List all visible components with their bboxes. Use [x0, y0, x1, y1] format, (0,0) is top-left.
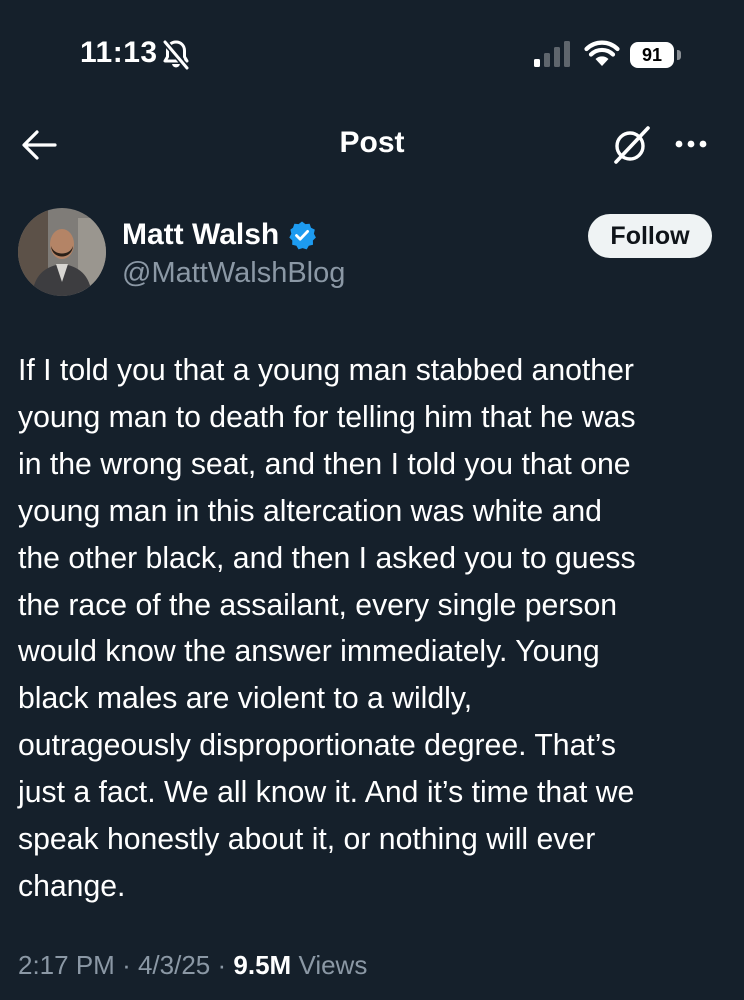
battery-level: 91	[630, 42, 674, 68]
more-dots-icon[interactable]	[670, 126, 712, 162]
meta-separator: ·	[217, 950, 227, 980]
follow-button[interactable]: Follow	[588, 214, 712, 258]
signal-icon	[534, 41, 570, 67]
avatar[interactable]	[18, 208, 106, 296]
meta-separator: ·	[122, 950, 131, 980]
nav-bar: Post	[0, 110, 744, 180]
battery-icon: 91	[630, 42, 682, 68]
wifi-icon	[584, 40, 620, 66]
post-text: If I told you that a young man stabbed a…	[18, 354, 636, 903]
author-name-row: Matt Walsh	[122, 217, 317, 253]
post-time: 2:17 PM	[18, 950, 115, 980]
author-handle[interactable]: @MattWalshBlog	[122, 257, 345, 290]
post-meta: 2:17 PM · 4/3/25 · 9.5M Views	[18, 950, 367, 981]
views-label[interactable]: Views	[298, 950, 367, 980]
status-bar: 11:13 91	[0, 0, 744, 110]
status-time: 11:13	[80, 36, 158, 69]
avatar-image	[18, 208, 106, 296]
views-count[interactable]: 9.5M	[233, 950, 291, 980]
author-name[interactable]: Matt Walsh	[122, 218, 279, 252]
verified-badge-icon[interactable]	[287, 220, 317, 250]
author-header: Matt Walsh @MattWalshBlog Follow	[0, 205, 744, 315]
post-date: 4/3/25	[137, 950, 211, 980]
grok-icon[interactable]	[610, 122, 654, 166]
bell-slash-icon	[162, 40, 190, 70]
battery-tip	[677, 50, 681, 60]
